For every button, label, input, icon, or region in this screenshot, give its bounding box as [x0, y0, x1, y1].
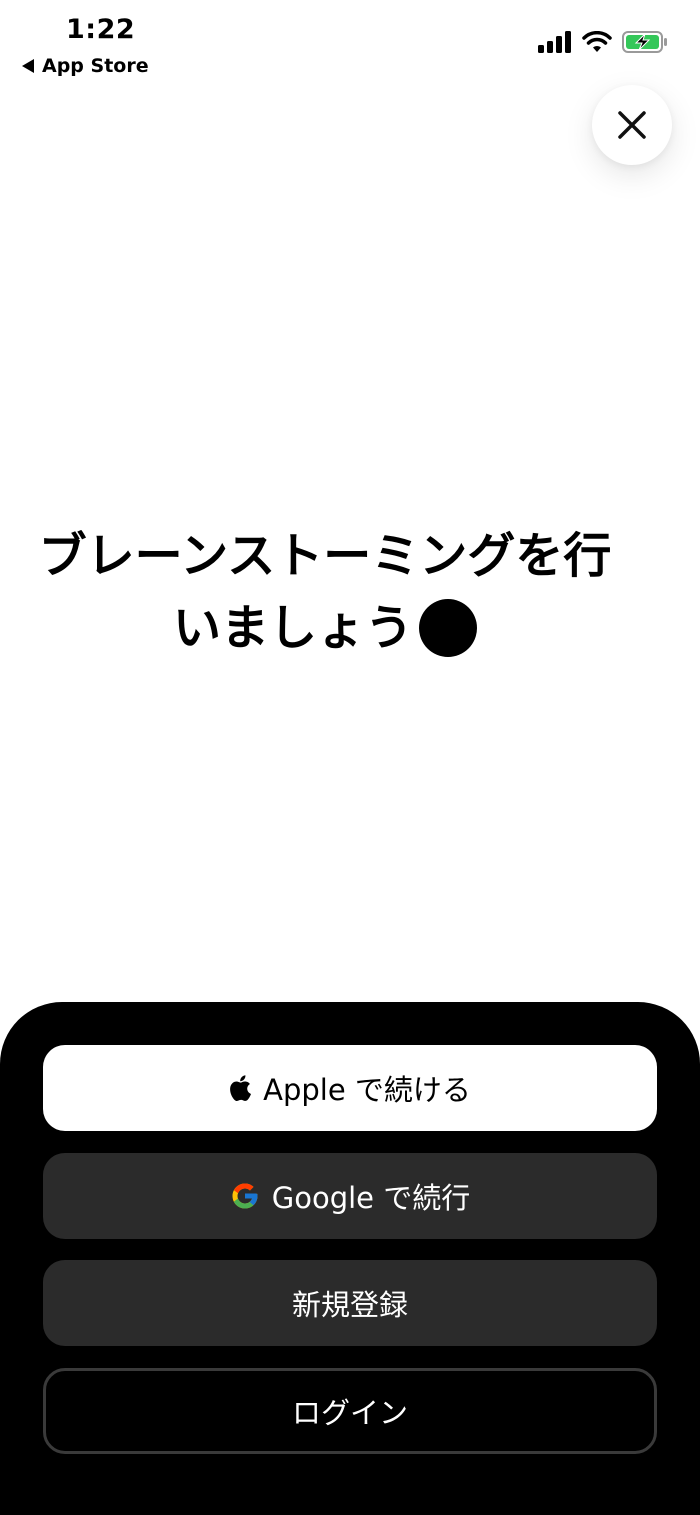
status-bar: 1:22 App Store: [0, 0, 700, 90]
close-button[interactable]: [592, 85, 672, 165]
back-link-label: App Store: [42, 55, 149, 77]
google-icon: [232, 1183, 258, 1209]
sign-up-button[interactable]: 新規登録: [43, 1260, 657, 1346]
battery-charging-icon: [622, 31, 667, 53]
apple-icon: [230, 1075, 252, 1101]
black-circle-icon: [419, 599, 477, 657]
headline-line-2: いましょう: [172, 600, 413, 656]
status-icons: [538, 31, 668, 53]
auth-bottom-sheet: Apple で続ける Google で続行 新規登録 ログイン: [0, 1002, 700, 1515]
headline-line-2-wrap: いましょう: [173, 592, 477, 664]
continue-with-google-label: Google で続行: [271, 1181, 471, 1215]
login-button[interactable]: ログイン: [43, 1368, 657, 1454]
wifi-icon: [582, 31, 612, 52]
sign-up-label: 新規登録: [291, 1288, 408, 1322]
back-to-app-store-link[interactable]: App Store: [22, 55, 149, 77]
continue-with-google-button[interactable]: Google で続行: [43, 1153, 657, 1239]
close-icon: [618, 111, 646, 139]
continue-with-apple-button[interactable]: Apple で続ける: [43, 1045, 657, 1131]
continue-with-apple-label: Apple で続ける: [263, 1073, 471, 1107]
signal-icon: [538, 31, 571, 53]
back-arrow-icon: [22, 59, 34, 73]
login-label: ログイン: [291, 1396, 408, 1430]
page-headline: ブレーンストーミングを行 いましょう: [0, 520, 650, 664]
status-time: 1:22: [66, 14, 136, 45]
headline-line-1: ブレーンストーミングを行: [38, 528, 612, 584]
